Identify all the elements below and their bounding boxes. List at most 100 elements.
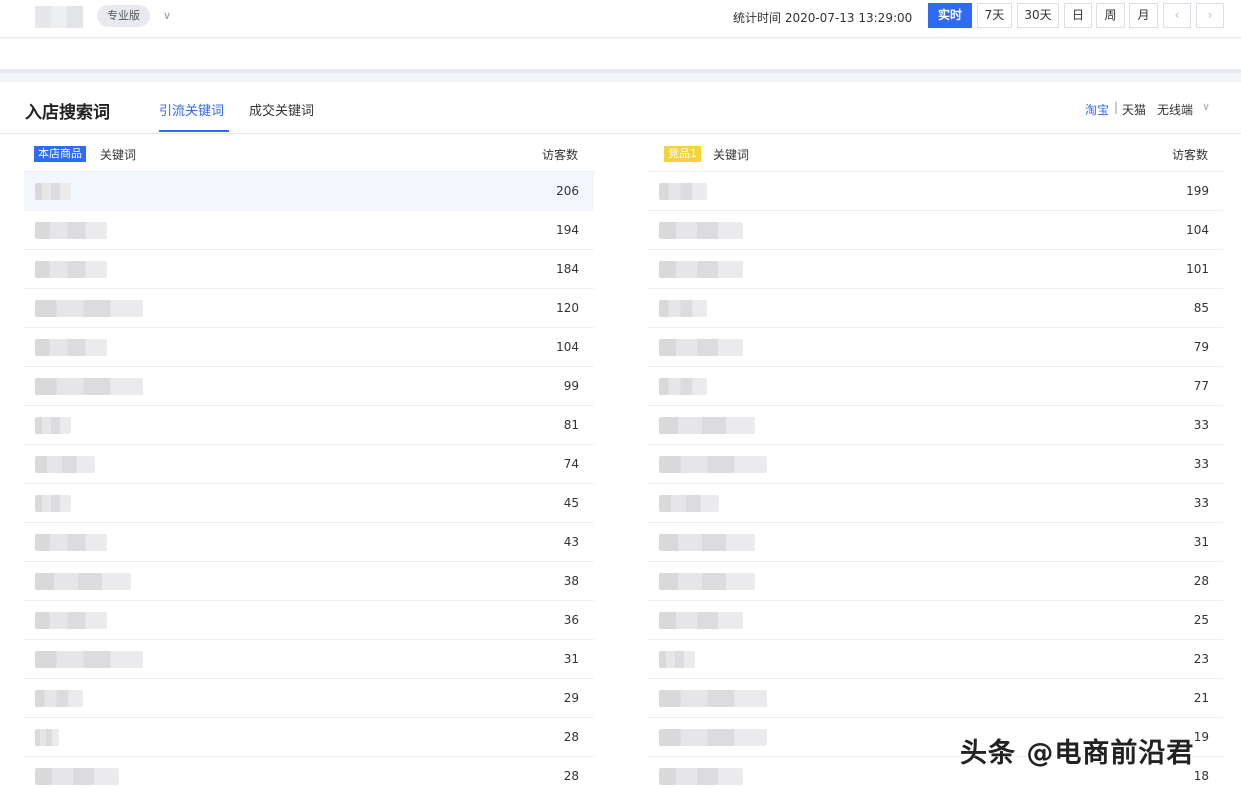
table-row[interactable]: 194 — [24, 211, 594, 250]
keyword-cell-blurred[interactable] — [35, 729, 59, 746]
keyword-cell-blurred[interactable] — [659, 417, 755, 434]
table-row[interactable]: 33 — [648, 445, 1223, 484]
visitors-cell: 104 — [556, 340, 579, 354]
keyword-cell-blurred[interactable] — [35, 690, 83, 707]
shop-logo — [35, 6, 83, 28]
prev-period-button[interactable]: ‹ — [1163, 3, 1191, 28]
visitors-cell: 77 — [1193, 379, 1209, 393]
table-row[interactable]: 43 — [24, 523, 594, 562]
keyword-cell-blurred[interactable] — [35, 222, 107, 239]
tab-traffic-keywords[interactable]: 引流关键词 — [159, 100, 224, 119]
next-period-button[interactable]: › — [1196, 3, 1224, 28]
table-row[interactable]: 184 — [24, 250, 594, 289]
keyword-cell-blurred[interactable] — [659, 183, 707, 200]
table-row[interactable]: 199 — [648, 172, 1223, 211]
keyword-cell-blurred[interactable] — [35, 300, 143, 317]
table-row[interactable]: 25 — [648, 601, 1223, 640]
table-row[interactable]: 81 — [24, 406, 594, 445]
keyword-cell-blurred[interactable] — [35, 573, 131, 590]
table-row[interactable]: 28 — [24, 757, 594, 789]
table-header: 竞品1 关键词 访客数 — [648, 134, 1223, 172]
visitors-cell: 31 — [1193, 535, 1209, 549]
keyword-cell-blurred[interactable] — [35, 339, 107, 356]
keyword-cell-blurred[interactable] — [659, 729, 767, 746]
search-keywords-panel: 入店搜索词 引流关键词 成交关键词 淘宝 | 天猫 无线端 ∨ 本店商品 关键词… — [0, 82, 1241, 789]
visitors-cell: 18 — [1193, 769, 1209, 783]
range-7d-button[interactable]: 7天 — [977, 3, 1012, 28]
edition-badge: 专业版 — [97, 5, 150, 27]
keyword-cell-blurred[interactable] — [35, 651, 143, 668]
table-row[interactable]: 45 — [24, 484, 594, 523]
keyword-cell-blurred[interactable] — [659, 612, 743, 629]
panel-title: 入店搜索词 — [25, 103, 110, 123]
panel-header: 入店搜索词 引流关键词 成交关键词 淘宝 | 天猫 无线端 ∨ — [0, 82, 1241, 134]
visitors-cell: 184 — [556, 262, 579, 276]
range-day-button[interactable]: 日 — [1064, 3, 1092, 28]
top-bar: 专业版 ∨ 统计时间 2020-07-13 13:29:00 实时 7天 30天… — [0, 0, 1241, 38]
table-row[interactable]: 23 — [648, 640, 1223, 679]
keyword-cell-blurred[interactable] — [35, 534, 107, 551]
visitors-cell: 28 — [1193, 574, 1209, 588]
keyword-cell-blurred[interactable] — [659, 378, 707, 395]
visitors-column-header[interactable]: 访客数 — [542, 146, 578, 163]
table-row[interactable]: 36 — [24, 601, 594, 640]
range-week-button[interactable]: 周 — [1096, 3, 1125, 28]
visitors-cell: 28 — [563, 730, 579, 744]
platform-tmall[interactable]: 天猫 — [1122, 101, 1146, 118]
sub-header-strip — [0, 39, 1241, 73]
table-row[interactable]: 85 — [648, 289, 1223, 328]
keyword-cell-blurred[interactable] — [659, 768, 743, 785]
platform-taobao[interactable]: 淘宝 — [1085, 101, 1109, 118]
range-realtime-button[interactable]: 实时 — [928, 3, 972, 28]
table-row[interactable]: 77 — [648, 367, 1223, 406]
table-row[interactable]: 79 — [648, 328, 1223, 367]
chevron-down-icon[interactable]: ∨ — [163, 9, 171, 22]
keyword-cell-blurred[interactable] — [659, 456, 767, 473]
keyword-cell-blurred[interactable] — [659, 300, 707, 317]
keyword-cell-blurred[interactable] — [35, 378, 143, 395]
table-row[interactable]: 104 — [648, 211, 1223, 250]
active-tab-indicator — [159, 130, 229, 132]
visitors-cell: 28 — [563, 769, 579, 783]
visitors-column-header[interactable]: 访客数 — [1172, 146, 1208, 163]
keyword-cell-blurred[interactable] — [35, 417, 71, 434]
table-row[interactable]: 104 — [24, 328, 594, 367]
table-row[interactable]: 29 — [24, 679, 594, 718]
tab-deal-keywords[interactable]: 成交关键词 — [249, 100, 314, 119]
range-30d-button[interactable]: 30天 — [1017, 3, 1059, 28]
table-row[interactable]: 21 — [648, 679, 1223, 718]
table-row[interactable]: 31 — [24, 640, 594, 679]
table-row[interactable]: 31 — [648, 523, 1223, 562]
chevron-down-icon[interactable]: ∨ — [1202, 100, 1210, 113]
keyword-cell-blurred[interactable] — [659, 573, 755, 590]
keyword-cell-blurred[interactable] — [659, 651, 695, 668]
table-row[interactable]: 33 — [648, 484, 1223, 523]
keyword-cell-blurred[interactable] — [659, 690, 767, 707]
visitors-cell: 79 — [1193, 340, 1209, 354]
table-row[interactable]: 101 — [648, 250, 1223, 289]
table-row[interactable]: 74 — [24, 445, 594, 484]
table-row[interactable]: 99 — [24, 367, 594, 406]
keyword-cell-blurred[interactable] — [659, 339, 743, 356]
keyword-cell-blurred[interactable] — [35, 612, 107, 629]
table-row[interactable]: 33 — [648, 406, 1223, 445]
keyword-cell-blurred[interactable] — [35, 183, 71, 200]
device-select[interactable]: 无线端 — [1157, 101, 1193, 118]
table-row[interactable]: 28 — [24, 718, 594, 757]
visitors-cell: 85 — [1193, 301, 1209, 315]
keyword-cell-blurred[interactable] — [35, 768, 119, 785]
table-row[interactable]: 38 — [24, 562, 594, 601]
keyword-cell-blurred[interactable] — [35, 495, 71, 512]
keyword-cell-blurred[interactable] — [35, 261, 107, 278]
keyword-cell-blurred[interactable] — [659, 534, 755, 551]
keyword-cell-blurred[interactable] — [659, 495, 719, 512]
table-row[interactable]: 120 — [24, 289, 594, 328]
keyword-cell-blurred[interactable] — [659, 222, 743, 239]
table-row[interactable]: 206 — [24, 172, 594, 211]
keyword-cell-blurred[interactable] — [659, 261, 743, 278]
visitors-cell: 33 — [1193, 457, 1209, 471]
range-month-button[interactable]: 月 — [1129, 3, 1158, 28]
keyword-cell-blurred[interactable] — [35, 456, 95, 473]
competitor-tag: 竞品1 — [664, 146, 701, 162]
table-row[interactable]: 28 — [648, 562, 1223, 601]
